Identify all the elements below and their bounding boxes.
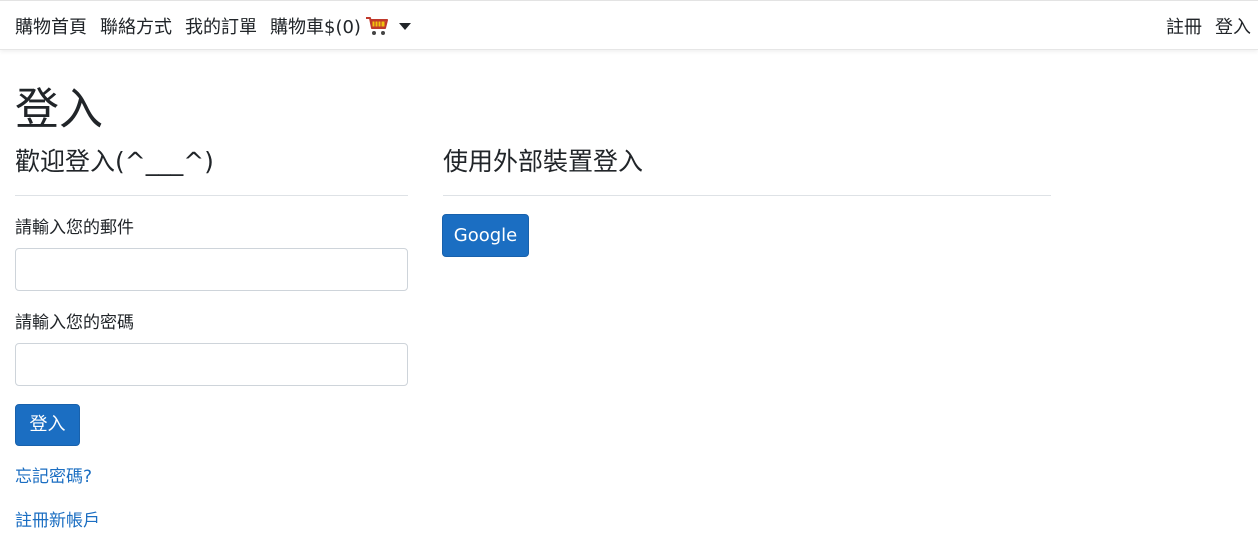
local-login-heading: 歡迎登入(^___^) xyxy=(15,147,214,176)
password-input[interactable] xyxy=(15,343,408,386)
login-submit-button[interactable]: 登入 xyxy=(15,404,80,446)
shopping-cart-icon xyxy=(365,14,389,38)
nav-orders-link[interactable]: 我的訂單 xyxy=(185,13,257,39)
nav-contact-link[interactable]: 聯絡方式 xyxy=(100,13,172,39)
external-login-heading: 使用外部裝置登入 xyxy=(443,147,644,176)
external-login-section: 使用外部裝置登入 Google xyxy=(442,142,1051,257)
email-label: 請輸入您的郵件 xyxy=(15,218,134,238)
local-login-section: 歡迎登入(^___^) 請輸入您的郵件 請輸入您的密碼 登入 忘記密碼? 註冊新… xyxy=(15,142,408,533)
navbar-right: 註冊 登入 xyxy=(1153,1,1251,51)
navbar-left: 購物首頁 聯絡方式 我的訂單 購物車$(0) xyxy=(15,1,411,51)
page-title: 登入 xyxy=(15,84,103,135)
nav-home-link[interactable]: 購物首頁 xyxy=(15,13,87,39)
divider xyxy=(443,195,1051,196)
forgot-password-link[interactable]: 忘記密碼? xyxy=(15,465,408,489)
google-login-button[interactable]: Google xyxy=(442,214,529,257)
nav-login-link[interactable]: 登入 xyxy=(1215,13,1251,39)
caret-down-icon[interactable] xyxy=(398,22,411,30)
register-account-link[interactable]: 註冊新帳戶 xyxy=(15,509,408,533)
divider xyxy=(15,195,408,196)
nav-register-link[interactable]: 註冊 xyxy=(1166,13,1202,39)
password-label: 請輸入您的密碼 xyxy=(15,313,134,333)
nav-cart-label: 購物車$(0) xyxy=(270,17,361,38)
top-navbar: 購物首頁 聯絡方式 我的訂單 購物車$(0) 註冊 登入 xyxy=(0,0,1258,50)
nav-cart-dropdown[interactable]: 購物車$(0) xyxy=(270,13,411,39)
email-input[interactable] xyxy=(15,248,408,291)
